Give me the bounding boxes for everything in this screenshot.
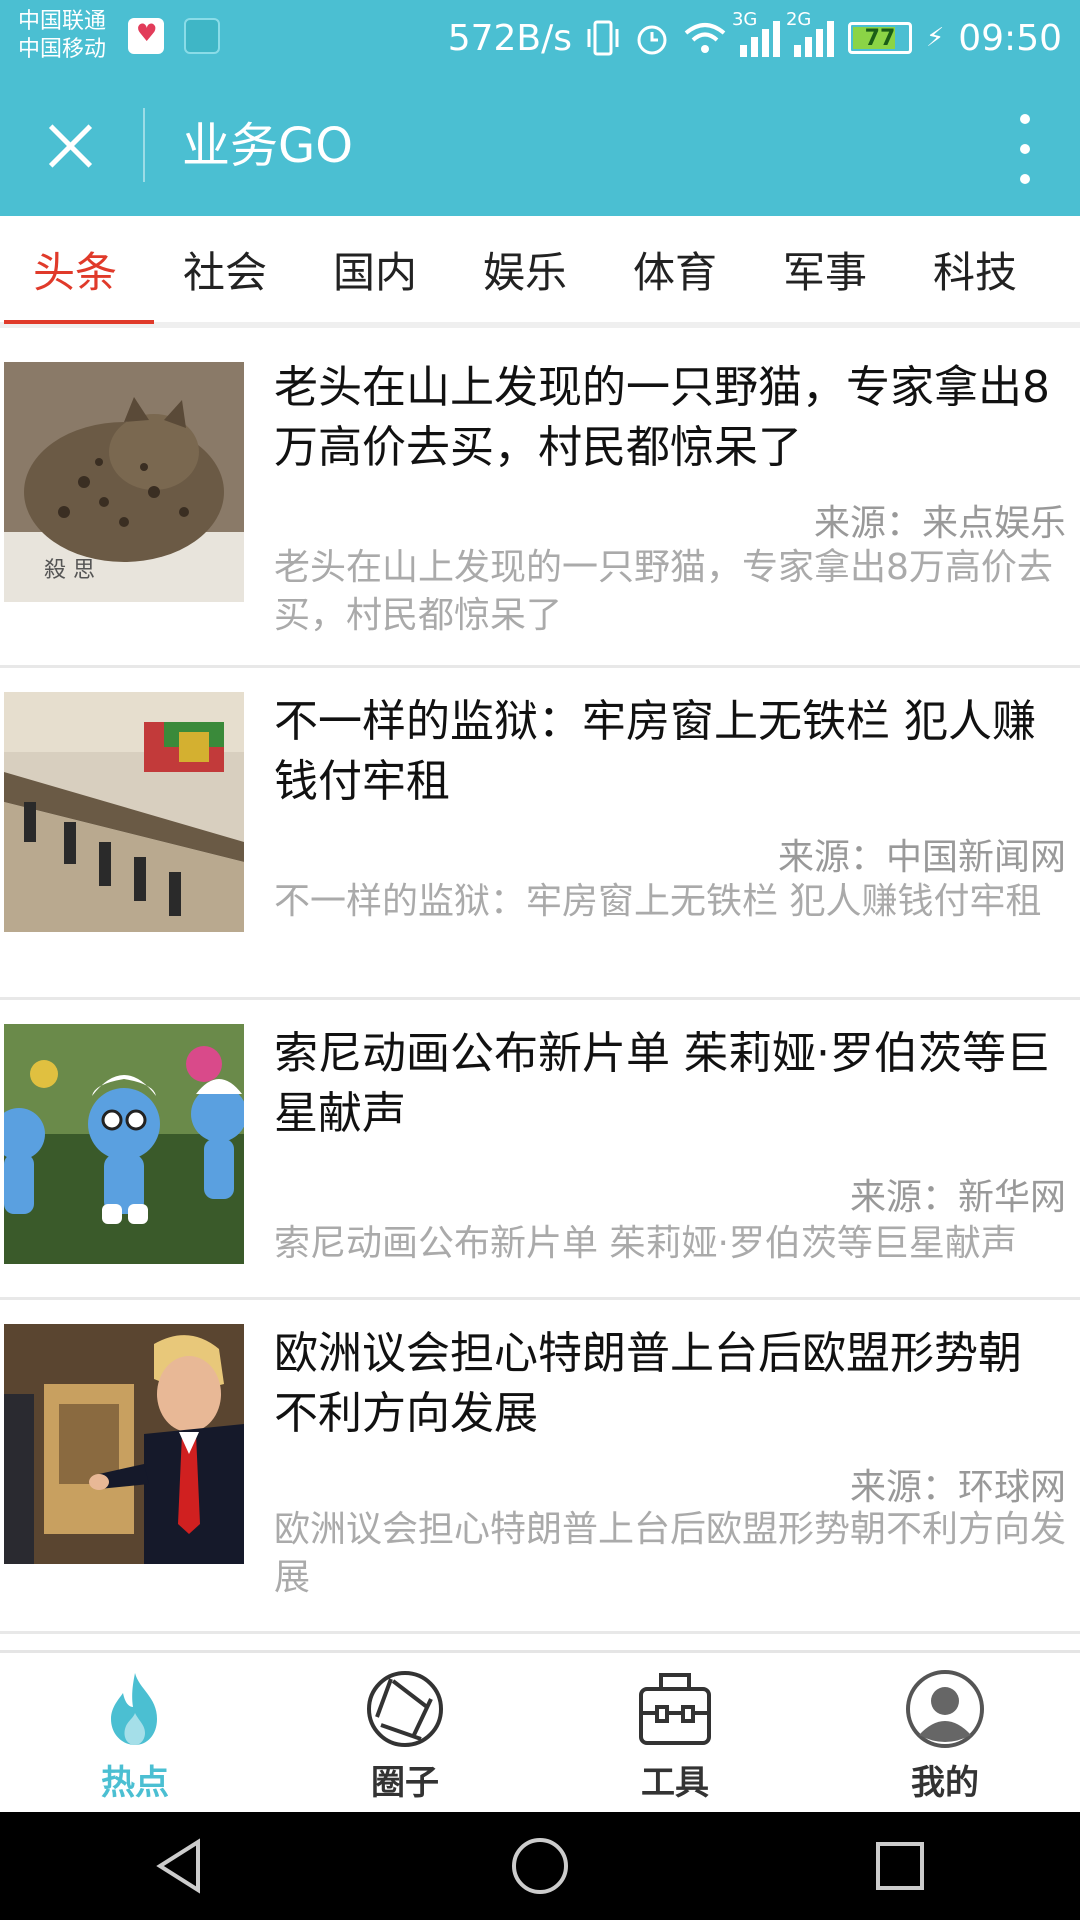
aperture-icon xyxy=(365,1669,445,1749)
nav-label: 热点 xyxy=(101,1763,169,1803)
system-nav-bar xyxy=(0,1812,1080,1920)
home-icon[interactable] xyxy=(500,1826,580,1906)
net-type-2: 2G xyxy=(785,9,812,30)
nav-label: 工具 xyxy=(641,1763,709,1803)
status-indicators: 572B/s 3G 2G 77 ⚡ 09:50 xyxy=(447,9,1062,64)
article-source: 来源：来点娱乐 xyxy=(813,503,1066,544)
title-divider xyxy=(143,108,145,182)
carrier-1: 中国联通 xyxy=(18,9,107,34)
recents-icon[interactable] xyxy=(860,1826,940,1906)
nav-label: 我的 xyxy=(911,1763,979,1803)
vibrate-icon xyxy=(587,20,619,56)
status-bar: 中国联通 中国移动 572B/s 3G 2G 77 ⚡ 09:50 xyxy=(0,0,1080,76)
article-title: 不一样的监狱：牢房窗上无铁栏 犯人赚钱付牢租 xyxy=(274,696,1036,807)
page-title: 业务GO xyxy=(182,118,353,174)
article-title: 老头在山上发现的一只野猫，专家拿出8万高价去买，村民都惊呆了 xyxy=(274,362,1050,473)
article-thumbnail xyxy=(4,1024,244,1264)
battery-level: 77 xyxy=(864,25,896,51)
tab-headlines[interactable]: 头条 xyxy=(0,216,154,324)
nav-hot[interactable]: 热点 xyxy=(0,1653,270,1812)
net-type-1: 3G xyxy=(731,9,758,30)
article-summary: 不一样的监狱：牢房窗上无铁栏 犯人赚钱付牢租 xyxy=(274,881,1042,922)
android-notification-icon xyxy=(184,18,220,54)
nav-label: 圈子 xyxy=(371,1763,439,1803)
close-icon[interactable] xyxy=(40,116,100,176)
signal-3g: 3G xyxy=(732,9,780,57)
charging-icon: ⚡ xyxy=(925,23,945,53)
toolbox-icon xyxy=(635,1669,715,1749)
bottom-nav: 热点 圈子 工具 我的 xyxy=(0,1650,1080,1812)
article-item[interactable]: 殺 思 老头在山上发现的一只野猫，专家拿出8万高价去买，村民都惊呆了 来源：来点… xyxy=(0,334,1080,668)
user-icon xyxy=(905,1669,985,1749)
article-source: 来源：环球网 xyxy=(849,1467,1066,1508)
tab-society[interactable]: 社会 xyxy=(150,216,300,322)
article-thumbnail xyxy=(4,692,244,932)
article-title: 索尼动画公布新片单 茱莉娅·罗伯茨等巨星献声 xyxy=(274,1028,1050,1139)
more-menu-icon[interactable] xyxy=(1010,114,1040,184)
article-thumbnail xyxy=(4,1324,244,1564)
carrier-2: 中国移动 xyxy=(18,37,107,62)
network-speed: 572B/s xyxy=(447,17,572,59)
article-title: 欧洲议会担心特朗普上台后欧盟形势朝不利方向发展 xyxy=(274,1328,1022,1439)
article-item[interactable]: 欧洲议会担心特朗普上台后欧盟形势朝不利方向发展 来源：环球网 欧洲议会担心特朗普… xyxy=(0,1300,1080,1634)
tab-entertainment[interactable]: 娱乐 xyxy=(450,216,600,322)
tab-domestic[interactable]: 国内 xyxy=(300,216,450,322)
article-item[interactable]: 不一样的监狱：牢房窗上无铁栏 犯人赚钱付牢租 来源：中国新闻网 不一样的监狱：牢… xyxy=(0,668,1080,1000)
signal-2g: 2G xyxy=(786,9,834,57)
category-tabs: 头条 社会 国内 娱乐 体育 军事 科技 xyxy=(0,216,1080,328)
wifi-icon xyxy=(684,23,726,53)
health-app-icon xyxy=(128,18,164,54)
tab-sports[interactable]: 体育 xyxy=(600,216,750,322)
article-item[interactable]: 索尼动画公布新片单 茱莉娅·罗伯茨等巨星献声 来源：新华网 索尼动画公布新片单 … xyxy=(0,1000,1080,1300)
nav-tools[interactable]: 工具 xyxy=(540,1653,810,1812)
alarm-icon xyxy=(637,25,667,55)
article-source: 来源：新华网 xyxy=(849,1177,1066,1218)
carrier-info: 中国联通 中国移动 xyxy=(18,8,106,64)
article-summary: 老头在山上发现的一只野猫，专家拿出8万高价去买，村民都惊呆了 xyxy=(274,547,1053,636)
tab-tech[interactable]: 科技 xyxy=(900,216,1050,322)
article-source: 来源：中国新闻网 xyxy=(777,837,1066,878)
article-list: 殺 思 老头在山上发现的一只野猫，专家拿出8万高价去买，村民都惊呆了 来源：来点… xyxy=(0,334,1080,1634)
app-header: 业务GO xyxy=(0,76,1080,216)
back-icon[interactable] xyxy=(140,1826,220,1906)
clock: 09:50 xyxy=(958,17,1062,59)
article-thumbnail: 殺 思 xyxy=(4,362,244,602)
svg-text:殺 思: 殺 思 xyxy=(44,558,95,583)
nav-mine[interactable]: 我的 xyxy=(810,1653,1080,1812)
nav-circle[interactable]: 圈子 xyxy=(270,1653,540,1812)
article-summary: 索尼动画公布新片单 茱莉娅·罗伯茨等巨星献声 xyxy=(274,1223,1017,1264)
flame-icon xyxy=(95,1669,175,1749)
article-summary: 欧洲议会担心特朗普上台后欧盟形势朝不利方向发展 xyxy=(274,1509,1067,1598)
tab-military[interactable]: 军事 xyxy=(750,216,900,322)
battery-icon: 77 xyxy=(847,22,912,54)
